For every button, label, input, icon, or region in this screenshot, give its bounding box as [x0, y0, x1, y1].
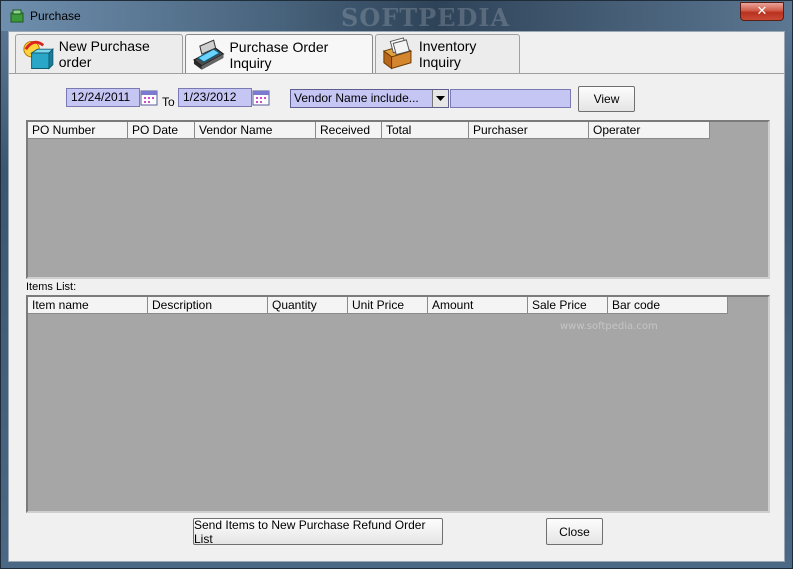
- to-label: To: [162, 95, 175, 109]
- column-header[interactable]: Purchaser: [469, 122, 589, 139]
- window-title: Purchase: [30, 9, 81, 23]
- send-to-refund-list-button[interactable]: Send Items to New Purchase Refund Order …: [193, 518, 443, 546]
- date-to-field[interactable]: 1/23/2012: [178, 88, 252, 107]
- orders-grid[interactable]: PO Number PO Date Vendor Name Received T…: [26, 120, 770, 279]
- column-header[interactable]: Unit Price: [348, 297, 428, 314]
- tab-inventory-inquiry[interactable]: Inventory Inquiry: [375, 34, 520, 73]
- items-grid-header: Item name Description Quantity Unit Pric…: [28, 297, 728, 314]
- column-header[interactable]: PO Number: [28, 122, 128, 139]
- window-close-button[interactable]: ✕: [740, 2, 784, 21]
- view-button[interactable]: View: [578, 86, 635, 112]
- close-icon: ✕: [756, 4, 768, 19]
- column-header[interactable]: Amount: [428, 297, 528, 314]
- column-header[interactable]: Bar code: [608, 297, 728, 314]
- tab-new-purchase-order[interactable]: New Purchase order: [15, 34, 183, 73]
- vendor-filter-select[interactable]: Vendor Name include...: [290, 89, 449, 108]
- column-header[interactable]: Quantity: [268, 297, 348, 314]
- new-order-icon: [23, 40, 54, 70]
- column-header[interactable]: Item name: [28, 297, 148, 314]
- items-list-label: Items List:: [26, 281, 77, 293]
- tab-strip-border: [9, 73, 784, 74]
- card-box-icon: [382, 37, 413, 70]
- column-header[interactable]: Sale Price: [528, 297, 608, 314]
- purchase-app-icon: [10, 9, 24, 23]
- date-from-field[interactable]: 12/24/2011: [66, 88, 140, 107]
- purchase-window: Purchase SOFTPEDIA ✕ New Purchase order: [0, 0, 793, 569]
- dialog-client-area: New Purchase order Purchase Order Inquir…: [8, 31, 785, 562]
- column-header[interactable]: Operater: [589, 122, 710, 139]
- title-bar[interactable]: Purchase SOFTPEDIA ✕: [1, 1, 792, 32]
- close-button[interactable]: Close: [546, 518, 603, 545]
- column-header[interactable]: PO Date: [128, 122, 195, 139]
- tab-label: Purchase Order Inquiry: [229, 38, 329, 71]
- tab-label: Inventory Inquiry: [418, 38, 477, 70]
- vendor-search-input[interactable]: [450, 89, 571, 108]
- calendar-icon[interactable]: [252, 88, 270, 106]
- tab-purchase-order-inquiry[interactable]: Purchase Order Inquiry: [185, 34, 373, 74]
- column-header[interactable]: Description: [148, 297, 268, 314]
- orders-grid-header: PO Number PO Date Vendor Name Received T…: [28, 122, 710, 139]
- watermark-url: www.softpedia.com: [560, 321, 658, 332]
- column-header[interactable]: Received: [316, 122, 382, 139]
- calendar-icon[interactable]: [140, 88, 158, 106]
- column-header[interactable]: Total: [382, 122, 469, 139]
- items-grid[interactable]: Item name Description Quantity Unit Pric…: [26, 295, 770, 513]
- tab-label: New Purchase order: [58, 38, 150, 70]
- column-header[interactable]: Vendor Name: [195, 122, 316, 139]
- vendor-filter-value: Vendor Name include...: [294, 91, 419, 105]
- scanner-icon: [193, 39, 225, 70]
- chevron-down-icon[interactable]: [432, 90, 448, 107]
- watermark-text: SOFTPEDIA: [341, 3, 511, 32]
